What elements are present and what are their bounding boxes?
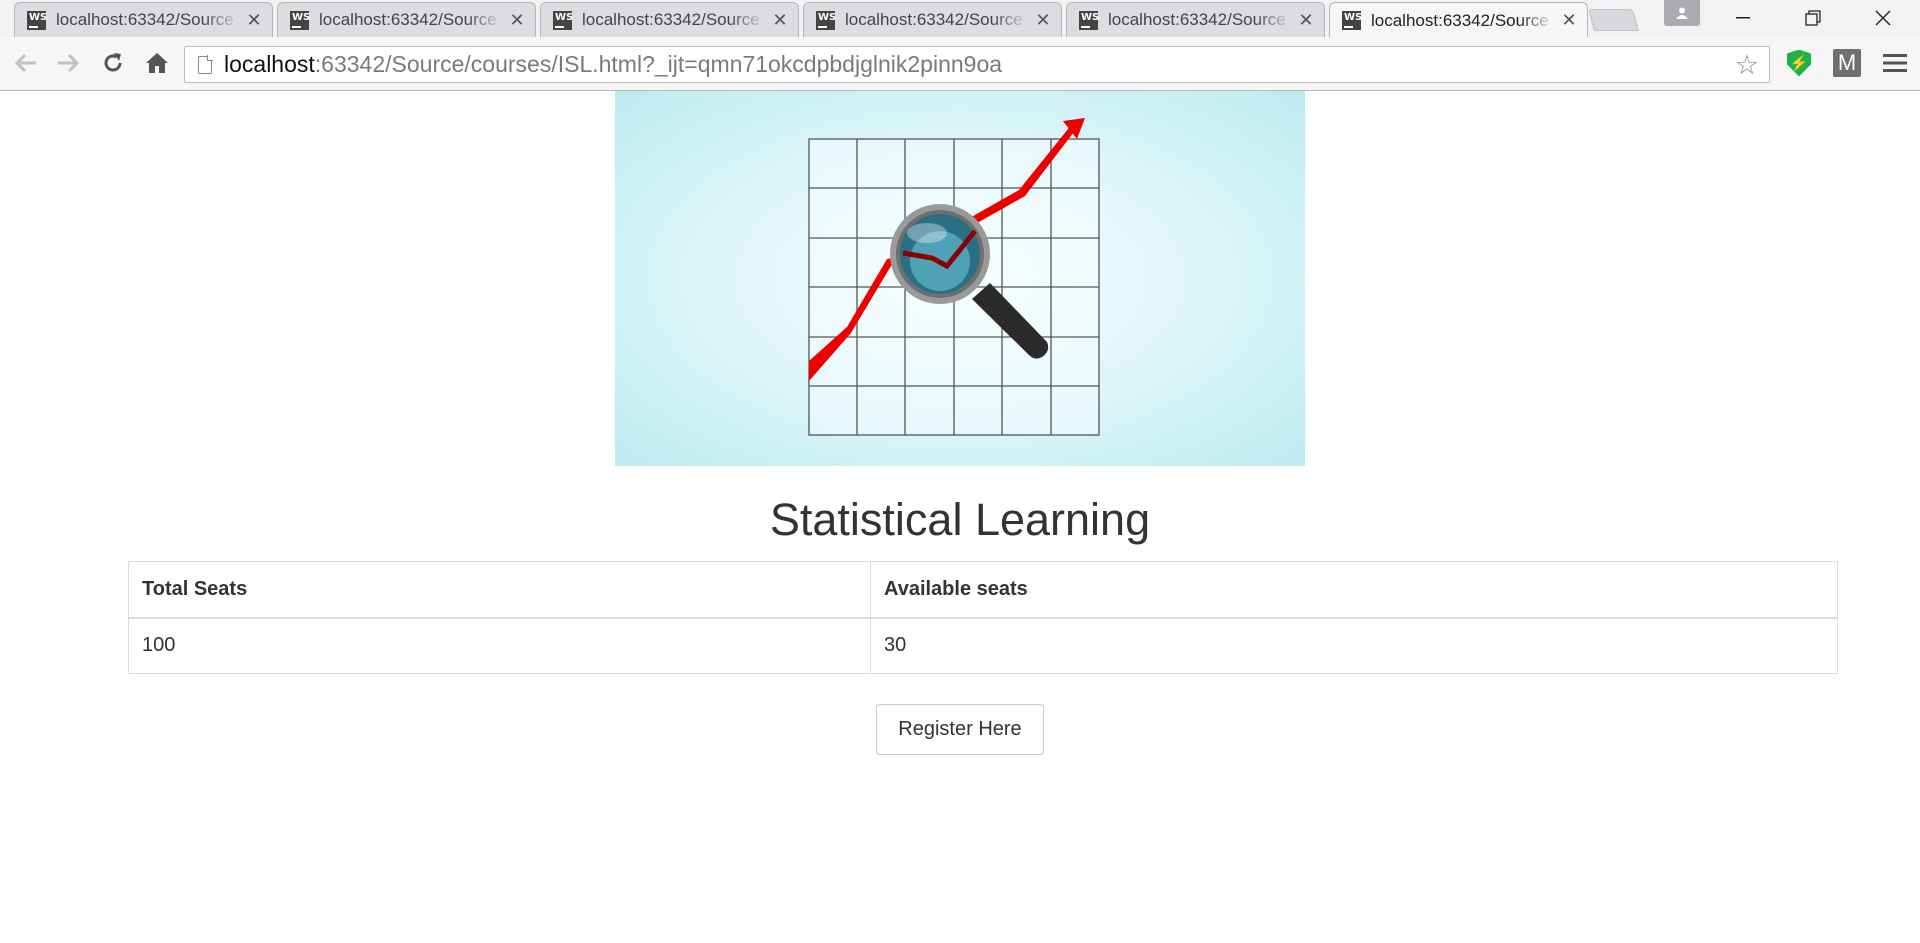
column-header-available-seats: Available seats (870, 561, 1838, 619)
tab-title: localhost:63342/Source (1108, 10, 1286, 29)
webstorm-icon: WS (816, 10, 836, 30)
back-arrow-icon (14, 53, 36, 73)
m-extension-icon: M (1833, 49, 1861, 77)
tab-title: localhost:63342/Source (1371, 10, 1549, 30)
url-text[interactable]: localhost:63342/Source/courses/ISL.html?… (224, 51, 1002, 78)
tab-title: localhost:63342/Source (319, 10, 497, 29)
tab-title: localhost:63342/Source (845, 10, 1023, 29)
total-seats-value: 100 (128, 617, 871, 674)
register-button[interactable]: Register Here (876, 704, 1044, 755)
home-button[interactable] (141, 47, 173, 79)
minimize-button[interactable] (1720, 0, 1766, 36)
address-bar[interactable]: localhost:63342/Source/courses/ISL.html?… (184, 46, 1770, 83)
close-icon[interactable]: ✕ (1561, 10, 1577, 31)
tab-title: localhost:63342/Source (582, 10, 760, 29)
restore-button[interactable] (1790, 0, 1836, 36)
tab-strip: WS localhost:63342/Source ✕ WS localhost… (0, 0, 1920, 38)
webstorm-icon: WS (553, 10, 573, 30)
webstorm-icon: WS (290, 10, 310, 30)
close-icon[interactable]: ✕ (1035, 10, 1051, 31)
course-hero-image (615, 91, 1305, 466)
seats-table: Total Seats Available seats 100 30 (128, 561, 1838, 674)
close-icon[interactable]: ✕ (509, 10, 525, 31)
extension-shield-button[interactable]: ⚡ (1784, 48, 1814, 78)
browser-tab-6-active[interactable]: WS localhost:63342/Source ✕ (1329, 2, 1588, 38)
shield-icon: ⚡ (1787, 49, 1811, 77)
close-icon[interactable]: ✕ (1298, 10, 1314, 31)
close-icon (1875, 10, 1891, 26)
url-host: localhost (224, 51, 315, 77)
forward-arrow-icon (58, 53, 80, 73)
reload-button[interactable] (97, 47, 129, 79)
close-icon[interactable]: ✕ (246, 10, 262, 31)
browser-tab-3[interactable]: WS localhost:63342/Source ✕ (540, 2, 799, 37)
webstorm-icon: WS (1342, 11, 1362, 30)
column-header-total-seats: Total Seats (128, 561, 871, 619)
home-icon (146, 53, 168, 73)
webstorm-icon: WS (27, 10, 47, 30)
forward-button[interactable] (52, 47, 84, 79)
available-seats-value: 30 (870, 617, 1838, 674)
close-icon[interactable]: ✕ (772, 10, 788, 31)
back-button[interactable] (10, 47, 42, 79)
chrome-menu-button[interactable] (1880, 48, 1910, 78)
close-window-button[interactable] (1860, 0, 1906, 36)
reload-icon (104, 53, 122, 72)
url-path: :63342/Source/courses/ISL.html?_ijt=qmn7… (314, 51, 1003, 77)
browser-toolbar: localhost:63342/Source/courses/ISL.html?… (0, 37, 1920, 91)
browser-tab-1[interactable]: WS localhost:63342/Source ✕ (14, 2, 273, 37)
bookmark-star-icon[interactable]: ☆ (1735, 50, 1759, 81)
hamburger-menu-icon (1883, 54, 1907, 72)
minimize-icon (1736, 17, 1750, 19)
browser-tab-4[interactable]: WS localhost:63342/Source ✕ (803, 2, 1062, 37)
table-row: 100 30 (128, 617, 1838, 674)
browser-tab-2[interactable]: WS localhost:63342/Source ✕ (277, 2, 536, 37)
course-title: Statistical Learning (769, 494, 1151, 545)
table-header-row: Total Seats Available seats (128, 561, 1838, 619)
browser-tab-5[interactable]: WS localhost:63342/Source ✕ (1066, 2, 1325, 37)
extension-m-button[interactable]: M (1832, 48, 1862, 78)
profile-icon[interactable] (1664, 0, 1700, 26)
chart-magnifier-illustration (808, 118, 1100, 436)
new-tab-button[interactable] (1588, 9, 1639, 31)
person-icon (1676, 7, 1688, 19)
webstorm-icon: WS (1079, 10, 1099, 30)
tab-title: localhost:63342/Source (56, 10, 234, 29)
restore-icon (1805, 10, 1821, 26)
page-icon (198, 54, 213, 74)
